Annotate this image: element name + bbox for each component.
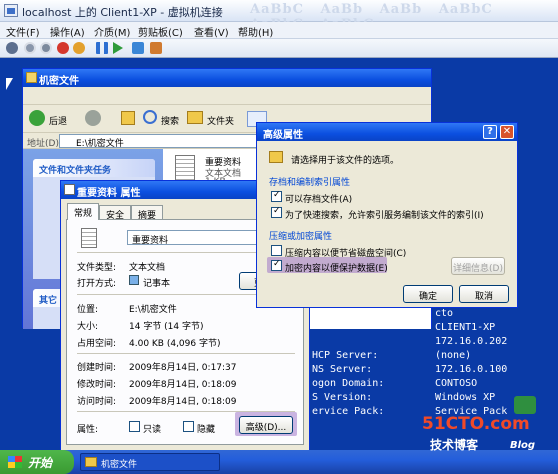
- save-state-icon[interactable]: [73, 42, 85, 54]
- open-with-value: 记事本: [143, 279, 171, 289]
- divider: [77, 353, 295, 354]
- ctrl-alt-del-icon[interactable]: [6, 42, 18, 54]
- search-button[interactable]: 搜索: [161, 114, 179, 127]
- modified-value: 2009年8月14日, 0:18:09: [129, 380, 237, 390]
- compress-encrypt-group: 压缩或加密属性: [269, 232, 333, 242]
- host-titlebar: localhost 上的 Client1-XP - 虚拟机连接 AaBbC Aa…: [0, 0, 558, 32]
- properties-title: 重要资料 属性: [77, 188, 141, 199]
- tab-summary[interactable]: 摘要: [131, 205, 164, 221]
- folders-icon[interactable]: [187, 111, 203, 124]
- encrypt-label[interactable]: 加密内容以便保护数据(E): [285, 261, 388, 274]
- size-on-disk-label: 占用空间:: [77, 339, 117, 349]
- archive-label[interactable]: 可以存档文件(A): [285, 192, 352, 205]
- created-label: 创建时间:: [77, 363, 117, 373]
- menu-media[interactable]: 介质(M): [94, 24, 130, 39]
- back-button[interactable]: 后退: [49, 114, 67, 127]
- up-folder-icon[interactable]: [121, 111, 135, 125]
- windows-logo-icon: [8, 456, 22, 468]
- recycle-bin-icon: [514, 396, 536, 414]
- search-icon[interactable]: [143, 110, 157, 124]
- tab-general[interactable]: 常规: [67, 203, 100, 220]
- bginfo-values: cto CLIENT1-XP 172.16.0.202 (none) 172.1…: [435, 308, 508, 417]
- host-menubar: 文件(F) 操作(A) 介质(M) 剪贴板(C) 查看(V) 帮助(H): [0, 22, 558, 39]
- archive-index-group: 存档和编制索引属性: [269, 178, 351, 188]
- menu-view[interactable]: 查看(V): [194, 24, 229, 39]
- location-label: 位置:: [77, 305, 99, 315]
- advanced-button[interactable]: 高级(D)...: [239, 416, 293, 434]
- accessed-value: 2009年8月14日, 0:18:09: [129, 397, 237, 407]
- encrypt-checkbox[interactable]: ✓: [271, 259, 282, 271]
- accessed-label: 访问时间:: [77, 397, 117, 407]
- host-toolbar: [0, 39, 558, 58]
- modified-label: 修改时间:: [77, 380, 117, 390]
- type-label: 文件类型:: [77, 263, 117, 273]
- forward-arrow-icon[interactable]: [85, 110, 101, 126]
- size-label: 大小:: [77, 322, 99, 332]
- type-value: 文本文档: [129, 263, 166, 273]
- folder-icon: [85, 457, 97, 467]
- advanced-title: 高级属性: [263, 130, 303, 141]
- mouse-cursor-icon: [6, 78, 13, 90]
- notepad-icon: [129, 275, 139, 285]
- file-icon: [81, 228, 97, 248]
- readonly-checkbox[interactable]: [129, 421, 140, 432]
- index-label[interactable]: 为了快速搜索，允许索引服务编制该文件的索引(I): [285, 208, 484, 221]
- resume-icon[interactable]: [113, 42, 123, 54]
- created-value: 2009年8月14日, 0:17:37: [129, 363, 237, 373]
- text-file-icon[interactable]: [175, 155, 195, 181]
- bginfo-labels: HCP Server: NS Server: ogon Domain: S Ve…: [312, 350, 385, 417]
- snapshot-icon[interactable]: [132, 42, 144, 54]
- vm-connection-icon: [4, 4, 18, 17]
- shutdown-icon[interactable]: [57, 42, 69, 54]
- tab-security[interactable]: 安全: [99, 205, 132, 221]
- watermark-sub: 技术博客: [430, 438, 479, 452]
- explorer-titlebar[interactable]: 机密文件: [23, 69, 431, 87]
- back-arrow-icon[interactable]: [29, 110, 45, 126]
- explorer-menubar: [23, 87, 431, 105]
- size-on-disk-value: 4.00 KB (4,096 字节): [129, 339, 221, 349]
- pause-icon[interactable]: [96, 42, 108, 54]
- folder-icon: [26, 72, 37, 83]
- menu-action[interactable]: 操作(A): [50, 24, 85, 39]
- help-icon[interactable]: ?: [483, 125, 497, 139]
- readonly-label[interactable]: 只读: [143, 422, 161, 435]
- menu-clipboard[interactable]: 剪贴板(C): [138, 24, 183, 39]
- attributes-label: 属性:: [77, 425, 99, 435]
- address-label: 地址(D): [27, 139, 59, 149]
- hidden-label[interactable]: 隐藏: [197, 422, 215, 435]
- size-value: 14 字节 (14 字节): [129, 322, 204, 332]
- advanced-titlebar[interactable]: 高级属性 ? ✕: [257, 123, 517, 141]
- revert-icon[interactable]: [150, 42, 162, 54]
- location-value: E:\机密文件: [129, 305, 177, 315]
- index-checkbox[interactable]: ✓: [271, 206, 282, 218]
- text-file-small-icon: [64, 184, 75, 195]
- compress-checkbox[interactable]: [271, 245, 282, 256]
- explorer-title: 机密文件: [39, 76, 79, 87]
- hidden-checkbox[interactable]: [183, 421, 194, 432]
- folder-icon: [269, 151, 283, 163]
- ok-button[interactable]: 确定: [403, 285, 453, 303]
- menu-help[interactable]: 帮助(H): [238, 24, 273, 39]
- turn-off-icon[interactable]: [40, 42, 52, 54]
- open-with-label: 打开方式:: [77, 279, 117, 289]
- menu-file[interactable]: 文件(F): [6, 24, 40, 39]
- advanced-attributes-dialog: 高级属性 ? ✕ 请选择用于该文件的选项。 存档和编制索引属性 ✓ 可以存档文件…: [256, 122, 518, 308]
- watermark-logo: 51CTO.com: [422, 414, 530, 434]
- file-tasks-header[interactable]: 文件和文件夹任务: [33, 159, 155, 177]
- host-window-title: localhost 上的 Client1-XP - 虚拟机连接: [22, 6, 223, 19]
- watermark-blog: Blog: [510, 440, 536, 451]
- folders-button[interactable]: 文件夹: [207, 114, 234, 127]
- archive-checkbox[interactable]: ✓: [271, 190, 282, 202]
- start-icon[interactable]: [24, 42, 36, 54]
- close-icon[interactable]: ✕: [500, 125, 514, 139]
- details-button[interactable]: 详细信息(D): [451, 257, 505, 275]
- taskbar-item-explorer[interactable]: 机密文件: [80, 453, 220, 471]
- advanced-description: 请选择用于该文件的选项。: [291, 156, 400, 166]
- start-button[interactable]: 开始: [0, 450, 74, 474]
- cancel-button[interactable]: 取消: [459, 285, 509, 303]
- address-input[interactable]: E:\机密文件: [59, 134, 259, 149]
